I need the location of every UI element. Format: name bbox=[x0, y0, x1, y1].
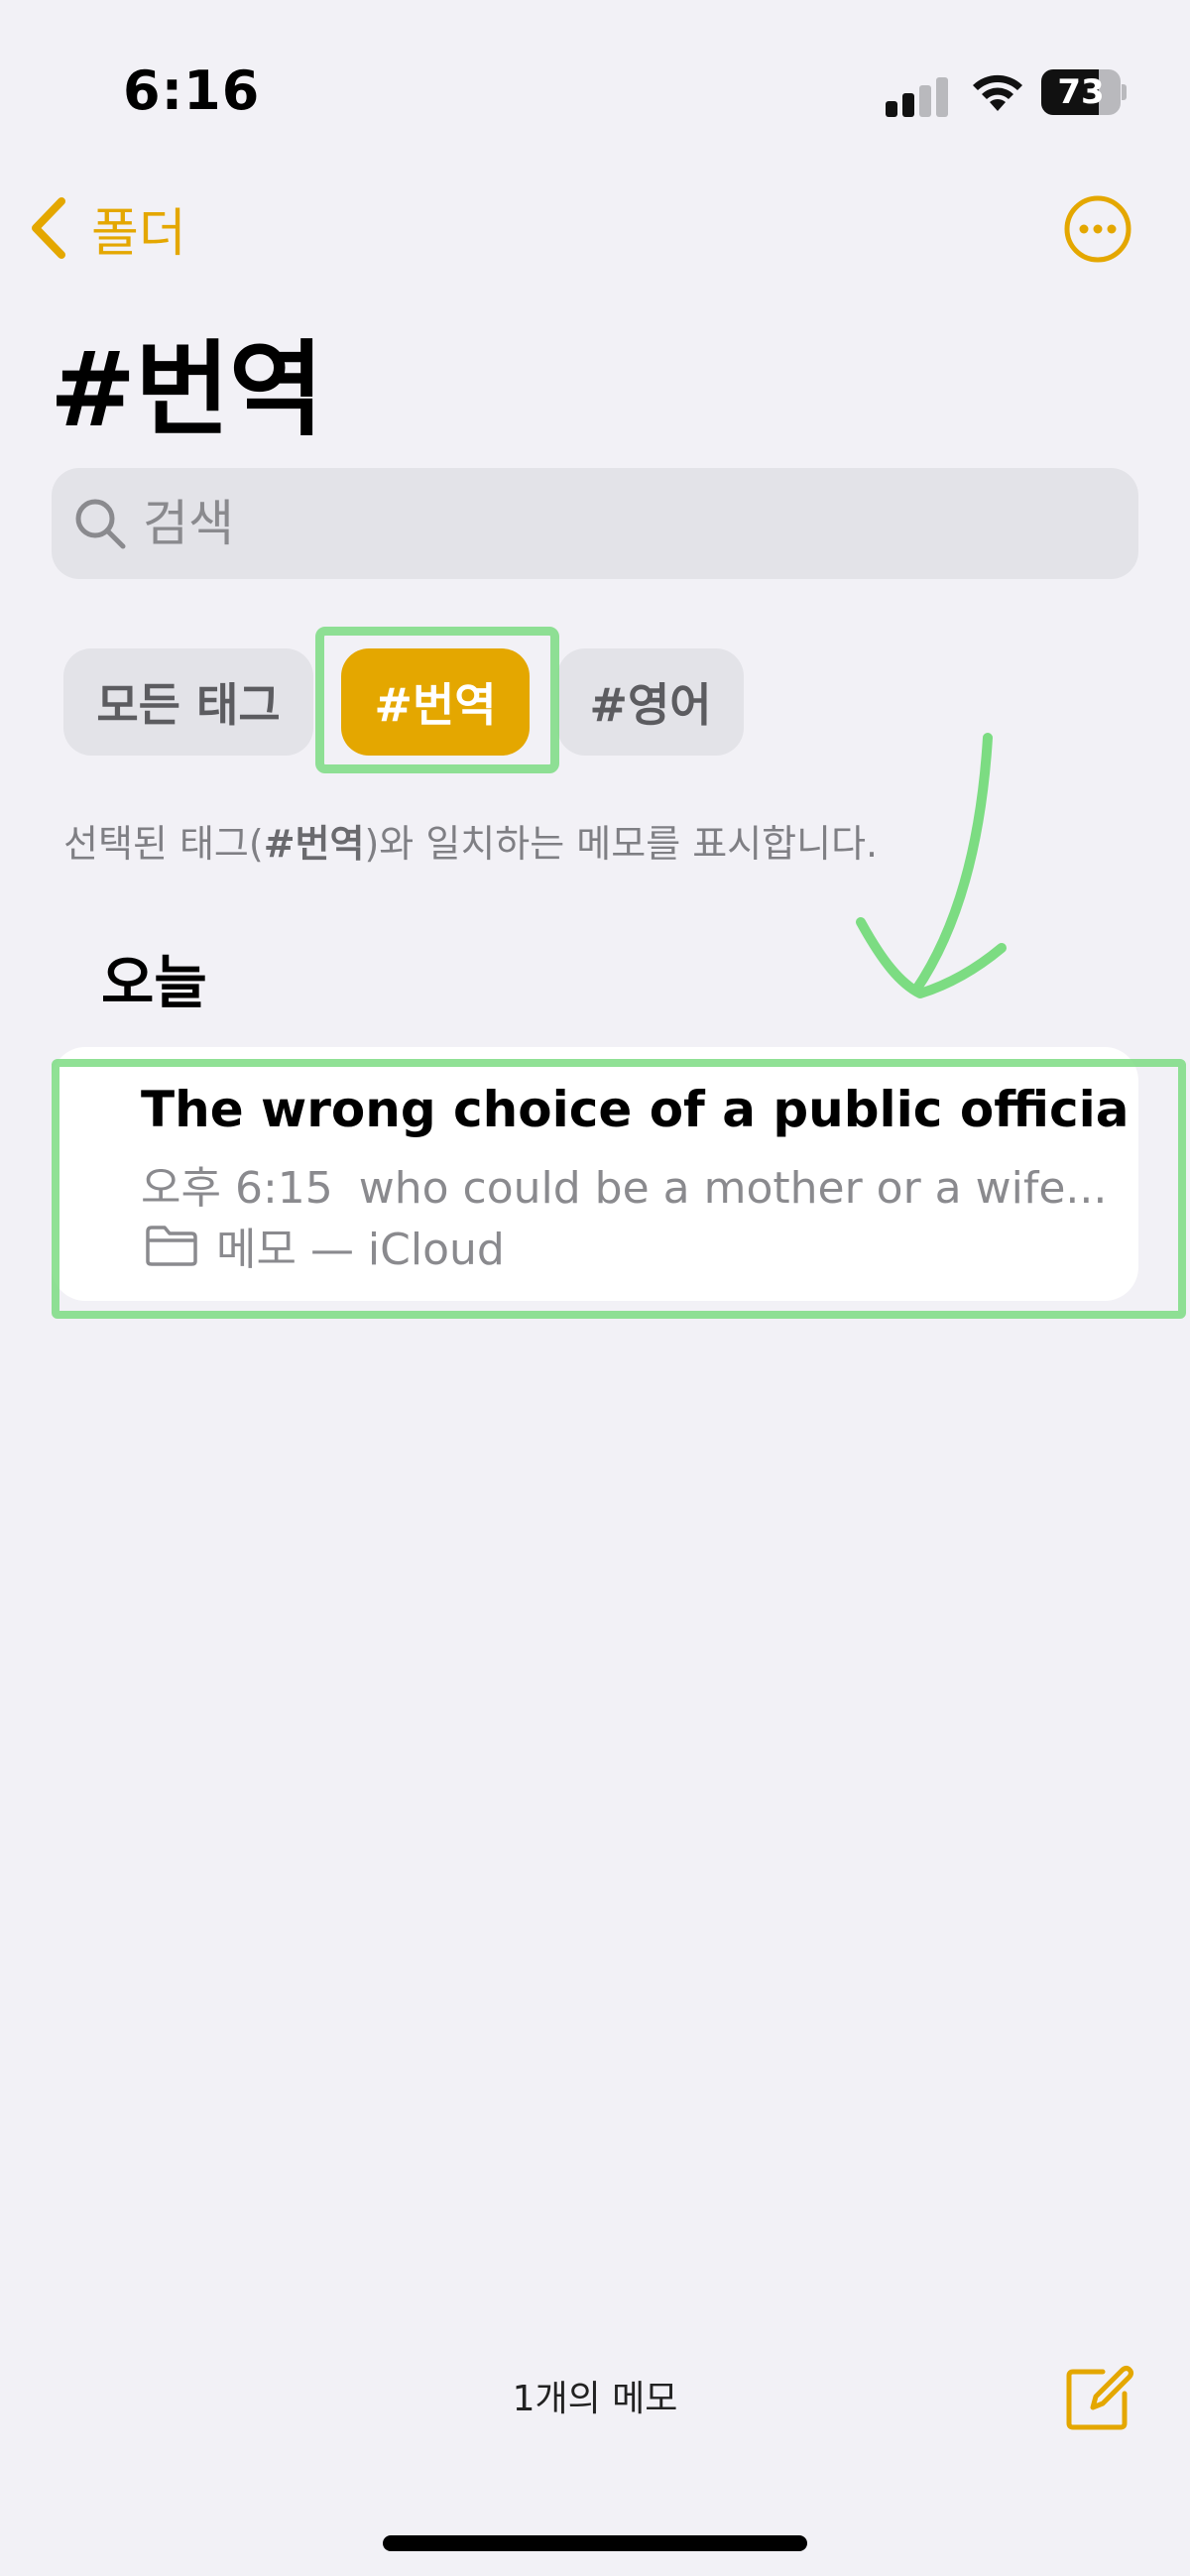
compose-icon[interactable] bbox=[1063, 2362, 1134, 2433]
note-folder-label: 메모 — iCloud bbox=[216, 1225, 505, 1275]
tag-chip-all[interactable]: 모든 태그 bbox=[63, 648, 313, 756]
note-list-item[interactable]: The wrong choice of a public official...… bbox=[52, 1047, 1138, 1301]
note-preview: who could be a mother or a wife... bbox=[358, 1163, 1108, 1214]
home-indicator[interactable] bbox=[383, 2535, 807, 2551]
chevron-left-icon bbox=[32, 197, 65, 259]
folder-icon bbox=[146, 1226, 197, 1266]
search-icon bbox=[75, 499, 126, 549]
annotation-arrow-icon bbox=[856, 733, 1007, 998]
filter-hint: 선택된 태그(#번역)와 일치하는 메모를 표시합니다. bbox=[63, 813, 878, 868]
cellular-signal-icon bbox=[886, 77, 949, 117]
battery-level: 73 bbox=[1057, 72, 1105, 112]
note-folder: 메모 — iCloud bbox=[145, 1214, 505, 1277]
more-options-icon[interactable] bbox=[1063, 194, 1132, 264]
filter-hint-tag: #번역 bbox=[263, 822, 365, 866]
back-button[interactable]: 폴더 bbox=[26, 188, 186, 268]
filter-hint-suffix: )와 일치하는 메모를 표시합니다. bbox=[364, 822, 879, 866]
back-button-label: 폴더 bbox=[91, 203, 186, 264]
page-title: #번역 bbox=[50, 329, 324, 450]
section-header-today: 오늘 bbox=[101, 949, 207, 1016]
tag-chip-translation[interactable]: #번역 bbox=[341, 648, 530, 756]
battery-icon: 73 bbox=[1041, 69, 1127, 115]
notes-screen: 6:16 73 폴더 #번역 검색 모든 태그 #번역 #영어 선택된 태그(#… bbox=[0, 0, 1190, 2576]
note-time: 오후 6:15 bbox=[141, 1163, 333, 1214]
tag-chip-english[interactable]: #영어 bbox=[557, 648, 744, 756]
filter-hint-prefix: 선택된 태그( bbox=[63, 822, 264, 866]
wifi-icon bbox=[973, 74, 1022, 111]
search-bar[interactable] bbox=[52, 468, 1138, 579]
note-title: The wrong choice of a public official... bbox=[141, 1081, 1132, 1138]
note-meta: 오후 6:15 who could be a mother or a wife..… bbox=[141, 1152, 1107, 1216]
search-input[interactable] bbox=[143, 495, 1095, 552]
status-time: 6:16 bbox=[123, 59, 261, 122]
note-count: 1개의 메모 bbox=[512, 2379, 678, 2419]
